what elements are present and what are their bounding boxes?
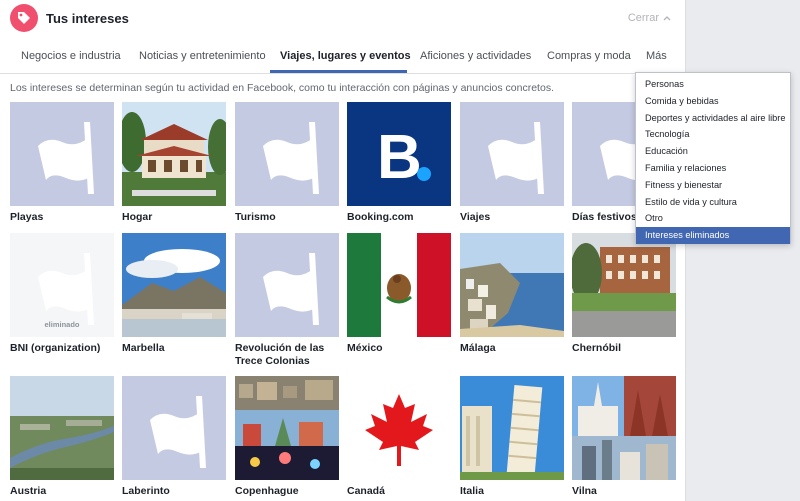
interest-card[interactable]: Revolución de las Trece Colonias <box>235 233 339 368</box>
interest-label: Canadá <box>347 485 385 497</box>
dropdown-item[interactable]: Familia y relaciones <box>636 160 790 177</box>
tab-aficiones[interactable]: Aficiones y actividades <box>420 38 531 74</box>
interest-label: Laberinto <box>122 485 170 497</box>
flag-icon: eliminado <box>10 233 114 337</box>
dropdown-item[interactable]: Estilo de vida y cultura <box>636 194 790 211</box>
interest-label: Austria <box>10 485 47 497</box>
chevron-up-icon <box>663 16 671 21</box>
dropdown-item[interactable]: Deportes y actividades al aire libre <box>636 110 790 127</box>
interest-card[interactable]: Laberinto <box>122 376 226 498</box>
interest-label: Vilna <box>572 485 597 497</box>
interest-label: Hogar <box>122 211 153 223</box>
tab-viajes[interactable]: Viajes, lugares y eventos <box>280 38 411 74</box>
canada-flag <box>347 376 451 480</box>
interest-label: Viajes <box>460 211 491 223</box>
mexico-flag <box>347 233 451 337</box>
interest-card[interactable]: Málaga <box>460 233 564 355</box>
panel-header: Tus intereses Cerrar <box>0 0 685 36</box>
interest-label: Turismo <box>235 211 276 223</box>
close-label: Cerrar <box>627 12 659 24</box>
interest-card[interactable]: Marbella <box>122 233 226 355</box>
marbella-photo <box>122 233 226 337</box>
interest-tabs: Negocios e industria Noticias y entreten… <box>0 38 685 74</box>
dropdown-item[interactable]: Fitness y bienestar <box>636 177 790 194</box>
interest-card[interactable]: eliminado BNI (organization) <box>10 233 114 355</box>
dropdown-item[interactable]: Personas <box>636 76 790 93</box>
austria-photo <box>10 376 114 480</box>
more-dropdown-menu: Personas Comida y bebidas Deportes y activ… <box>635 72 791 244</box>
interest-card[interactable]: Turismo <box>235 102 339 224</box>
vilna-photo <box>572 376 676 480</box>
interest-label: México <box>347 342 383 354</box>
interest-card[interactable]: Hogar <box>122 102 226 224</box>
dropdown-item[interactable]: Intereses eliminados <box>636 227 790 244</box>
dropdown-item[interactable]: Comida y bebidas <box>636 93 790 110</box>
pisa-photo <box>460 376 564 480</box>
interest-label: Playas <box>10 211 44 223</box>
interest-card[interactable]: Copenhague <box>235 376 339 498</box>
dropdown-item[interactable]: Tecnología <box>636 126 790 143</box>
dropdown-item[interactable]: Otro <box>636 210 790 227</box>
flag-icon <box>235 102 339 206</box>
close-button[interactable]: Cerrar <box>628 12 671 24</box>
interest-card[interactable]: Chernóbil <box>572 233 676 355</box>
tab-negocios[interactable]: Negocios e industria <box>21 38 121 74</box>
interest-card[interactable]: Playas <box>10 102 114 224</box>
interest-label: Italia <box>460 485 484 497</box>
house-photo <box>122 102 226 206</box>
interests-description: Los intereses se determinan según tu act… <box>10 82 554 94</box>
interest-label: Chernóbil <box>572 342 621 354</box>
active-tab-indicator <box>270 70 407 73</box>
interest-label: Booking.com <box>347 211 414 223</box>
tab-noticias[interactable]: Noticias y entretenimiento <box>139 38 266 74</box>
removed-tag: eliminado <box>44 320 80 329</box>
flag-icon <box>460 102 564 206</box>
interest-card[interactable]: B Booking.com <box>347 102 451 224</box>
copenhague-photo <box>235 376 339 480</box>
interests-panel: Tus intereses Cerrar Negocios e industri… <box>0 0 686 501</box>
tab-compras[interactable]: Compras y moda <box>547 38 631 74</box>
tag-icon <box>10 4 38 32</box>
interest-label: BNI (organization) <box>10 342 101 354</box>
page-title: Tus intereses <box>46 11 129 26</box>
svg-text:B: B <box>377 123 422 192</box>
interest-card[interactable]: Viajes <box>460 102 564 224</box>
malaga-photo <box>460 233 564 337</box>
interest-card[interactable]: Italia <box>460 376 564 498</box>
interest-card[interactable]: Austria <box>10 376 114 498</box>
flag-icon <box>122 376 226 480</box>
interest-label: Marbella <box>122 342 165 354</box>
tab-mas[interactable]: Más <box>646 38 667 74</box>
booking-logo: B <box>347 102 451 206</box>
interest-label: Revolución de las Trece Colonias <box>235 342 325 367</box>
dropdown-item[interactable]: Educación <box>636 143 790 160</box>
flag-icon <box>235 233 339 337</box>
interest-card[interactable]: México <box>347 233 451 355</box>
flag-icon <box>10 102 114 206</box>
interest-card[interactable]: Vilna <box>572 376 676 498</box>
interest-label: Copenhague <box>235 485 299 497</box>
interest-label: Málaga <box>460 342 496 354</box>
interest-card[interactable]: Canadá <box>347 376 451 498</box>
chernobil-photo <box>572 233 676 337</box>
